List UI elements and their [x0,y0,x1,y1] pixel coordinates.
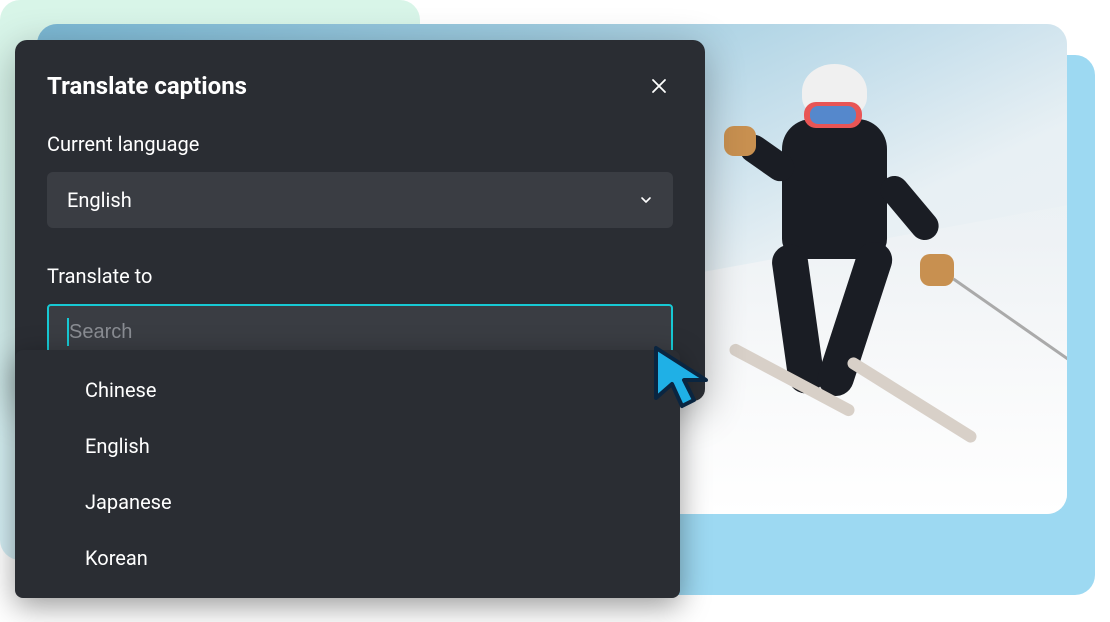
translate-captions-modal: Translate captions Current language Engl… [15,40,705,401]
language-option-japanese[interactable]: Japanese [15,474,680,530]
close-icon [649,76,669,96]
current-language-label: Current language [47,132,673,156]
close-button[interactable] [645,72,673,100]
cursor-pointer-icon [646,340,726,420]
text-cursor [67,318,69,346]
skier-illustration [692,64,972,464]
language-option-korean[interactable]: Korean [15,530,680,586]
language-option-english[interactable]: English [15,418,680,474]
modal-title: Translate captions [47,72,247,100]
translate-to-label: Translate to [47,264,673,288]
language-option-chinese[interactable]: Chinese [15,362,680,418]
modal-header: Translate captions [47,72,673,100]
current-language-value: English [67,188,132,212]
current-language-select[interactable]: English [47,172,673,228]
chevron-down-icon [639,193,653,207]
language-dropdown: Chinese English Japanese Korean [15,350,680,598]
